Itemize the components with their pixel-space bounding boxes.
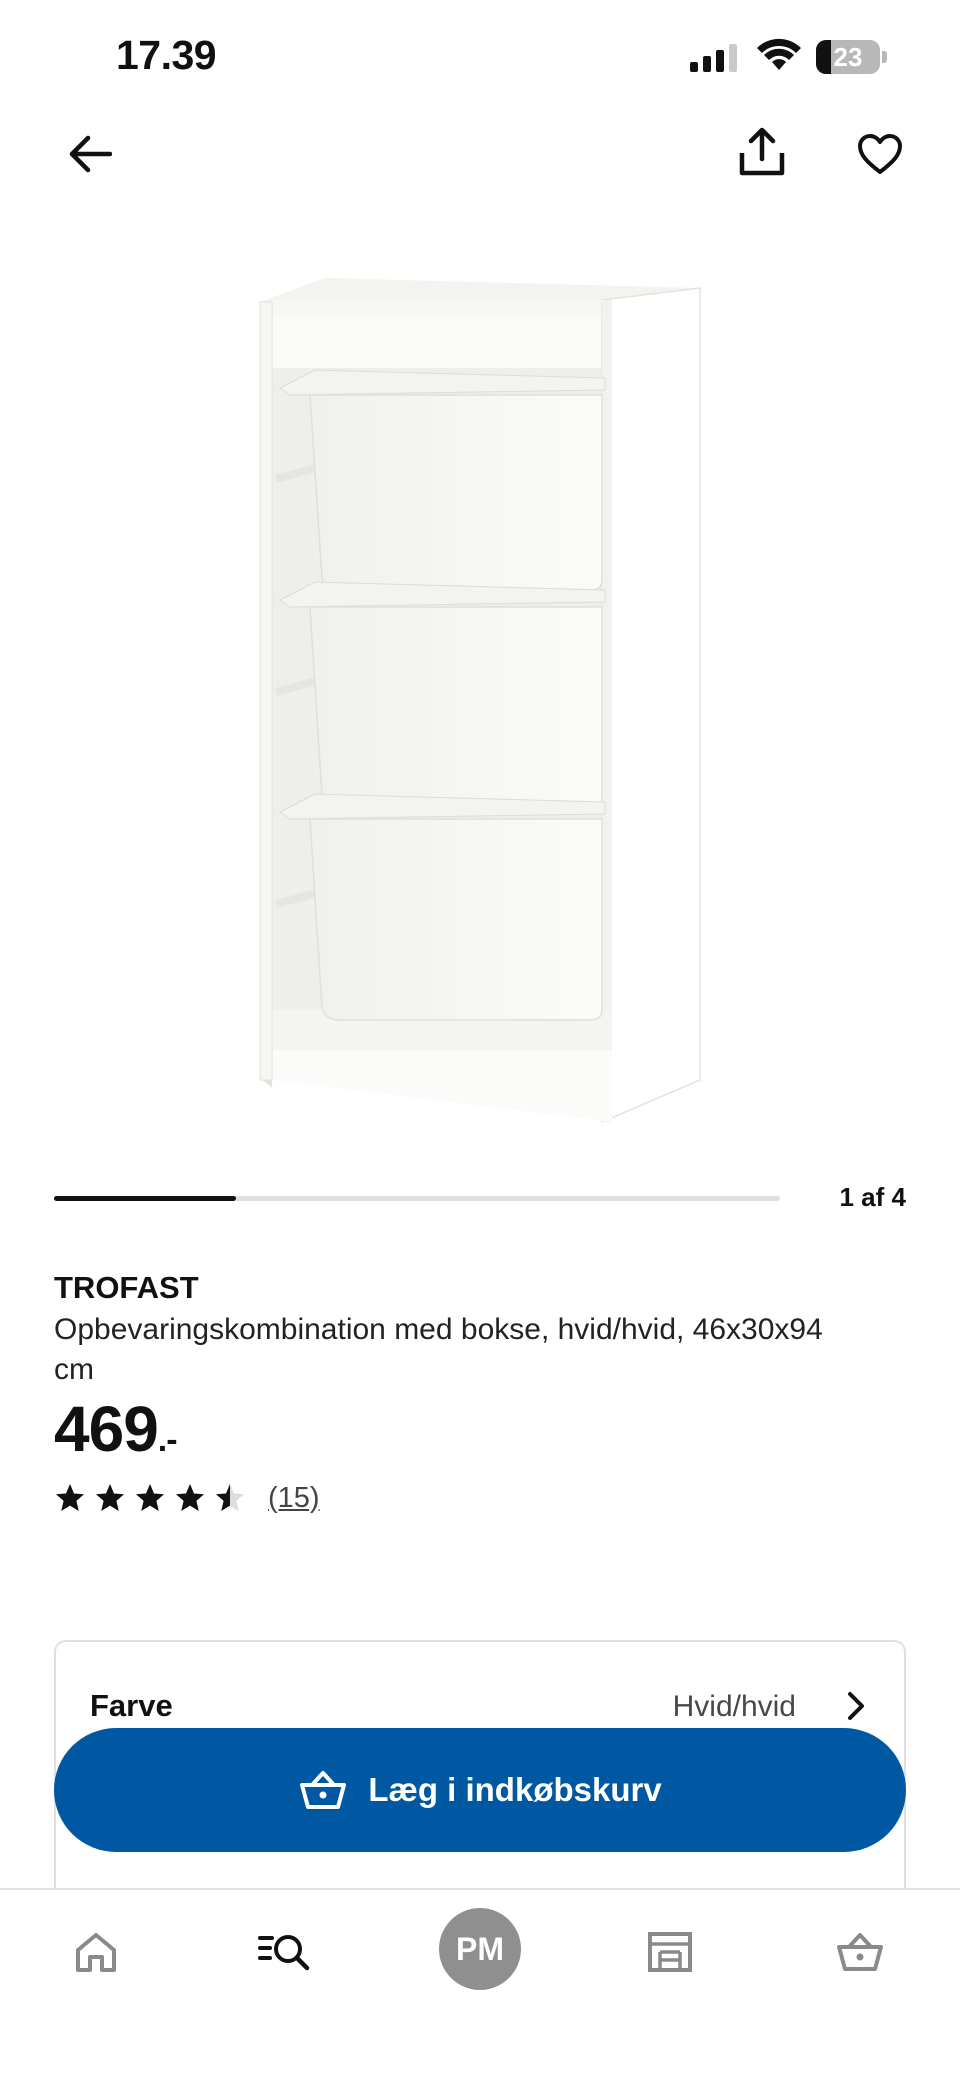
- product-description: Opbevaringskombination med bokse, hvid/h…: [54, 1313, 823, 1386]
- bottom-nav: PM: [0, 1888, 960, 2077]
- color-option-value: Hvid/hvid: [672, 1690, 796, 1723]
- status-bar: 17.39 23: [0, 0, 960, 110]
- nav-home[interactable]: [56, 1912, 136, 1992]
- home-icon: [76, 1933, 116, 1972]
- cellular-signal-icon: [690, 44, 737, 72]
- basket-icon: [837, 1933, 883, 1971]
- product-price: 469.-: [54, 1392, 178, 1466]
- status-time: 17.39: [116, 32, 217, 78]
- share-button[interactable]: [730, 120, 794, 184]
- review-count-link[interactable]: (15): [268, 1482, 320, 1515]
- basket-icon: [300, 1771, 347, 1809]
- add-to-cart-label: Læg i indkøbskurv: [368, 1771, 662, 1808]
- store-icon: [648, 1932, 692, 1972]
- search-list-icon: [258, 1935, 310, 1971]
- favorite-button[interactable]: [848, 122, 912, 186]
- image-carousel-indicator: 1 af 4: [54, 1180, 906, 1220]
- star-icon: [136, 1484, 164, 1511]
- arrow-left-icon: [69, 135, 112, 173]
- share-icon: [739, 127, 785, 176]
- price-value: 469: [54, 1393, 159, 1465]
- nav-search[interactable]: [244, 1912, 324, 1992]
- nav-stores[interactable]: [630, 1912, 710, 1992]
- star-icon: [56, 1484, 84, 1511]
- price-suffix: .-: [157, 1421, 178, 1459]
- nav-cart[interactable]: [820, 1912, 900, 1992]
- wifi-icon: [757, 38, 801, 70]
- battery-icon: 23: [816, 40, 888, 74]
- nav-profile-avatar[interactable]: PM: [439, 1908, 521, 1990]
- color-option-label: Farve: [90, 1688, 173, 1723]
- star-icon: [176, 1484, 204, 1511]
- carousel-track-fill: [54, 1196, 236, 1201]
- heart-icon: [858, 134, 902, 174]
- carousel-counter: 1 af 4: [839, 1182, 907, 1212]
- star-icon: [216, 1484, 244, 1511]
- star-icon: [96, 1484, 124, 1511]
- battery-level: 23: [833, 42, 863, 72]
- product-name: TROFAST: [54, 1270, 199, 1305]
- rating[interactable]: (15): [54, 1478, 320, 1518]
- carousel-track: [54, 1196, 780, 1201]
- chevron-right-icon: [848, 1692, 864, 1720]
- rating-stars: [54, 1482, 246, 1514]
- back-button[interactable]: [60, 124, 120, 184]
- add-to-cart-button[interactable]: Læg i indkøbskurv: [54, 1728, 906, 1852]
- product-image[interactable]: [240, 260, 720, 1140]
